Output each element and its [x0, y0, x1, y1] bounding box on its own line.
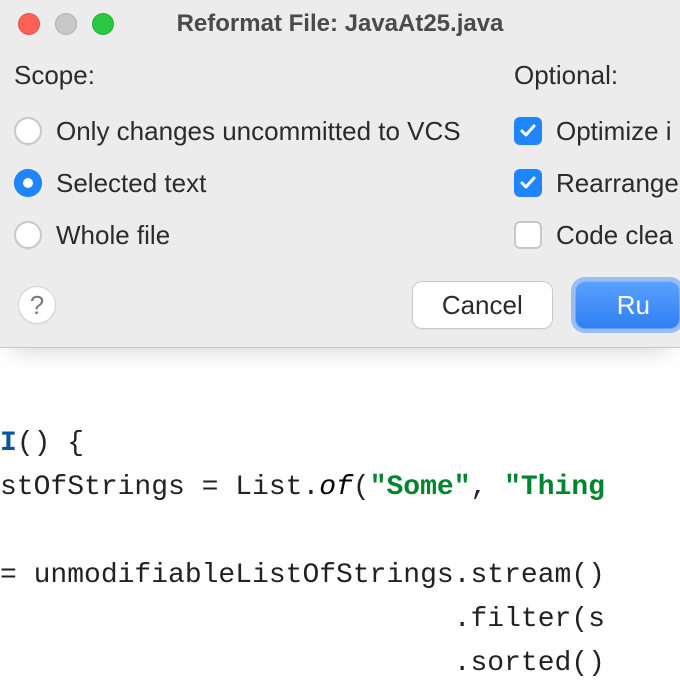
help-icon: ?: [30, 290, 44, 321]
optional-section: Optional: Optimize i Rearrange Code clea: [514, 60, 680, 261]
titlebar: Reformat File: JavaAt25.java: [0, 0, 680, 48]
code-text: () {: [17, 428, 84, 459]
code-indent: [0, 648, 454, 679]
dialog-content: Scope: Only changes uncommitted to VCS S…: [0, 48, 680, 261]
code-text: .sorted(): [454, 648, 605, 679]
code-static-call: of: [319, 472, 353, 503]
window-controls: [18, 13, 114, 35]
button-label: Ru: [617, 290, 650, 321]
minimize-window-button[interactable]: [55, 13, 77, 35]
optional-label: Optional:: [514, 60, 680, 91]
scope-option-whole-file[interactable]: Whole file: [14, 209, 514, 261]
code-text: .filter(s: [454, 604, 605, 635]
zoom-window-button[interactable]: [92, 13, 114, 35]
dialog-button-row: ? Cancel Ru: [0, 261, 680, 329]
checkbox-icon: [514, 117, 542, 145]
scope-section: Scope: Only changes uncommitted to VCS S…: [14, 60, 514, 261]
code-indent: [0, 604, 454, 635]
code-text: ,: [471, 472, 505, 503]
optional-code-cleanup[interactable]: Code clea: [514, 209, 680, 261]
option-label: Only changes uncommitted to VCS: [56, 116, 461, 147]
help-button[interactable]: ?: [18, 286, 56, 324]
code-text: = unmodifiableListOfStrings.stream(): [0, 560, 605, 591]
optional-optimize-imports[interactable]: Optimize i: [514, 105, 680, 157]
option-label: Whole file: [56, 220, 170, 251]
option-label: Optimize i: [556, 116, 672, 147]
dialog-title: Reformat File: JavaAt25.java: [177, 10, 504, 38]
button-label: Cancel: [442, 290, 523, 321]
code-string: "Some": [370, 472, 471, 503]
code-string: "Thing: [504, 472, 605, 503]
run-button[interactable]: Ru: [575, 281, 680, 329]
code-editor[interactable]: I() { stOfStrings = List.of("Some", "Thi…: [0, 348, 680, 680]
option-label: Selected text: [56, 168, 206, 199]
code-text: (: [353, 472, 370, 503]
checkbox-icon: [514, 221, 542, 249]
scope-label: Scope:: [14, 60, 514, 91]
option-label: Code clea: [556, 220, 673, 251]
radio-icon: [14, 169, 42, 197]
scope-option-uncommitted[interactable]: Only changes uncommitted to VCS: [14, 105, 514, 157]
scope-option-selected-text[interactable]: Selected text: [14, 157, 514, 209]
reformat-dialog: Reformat File: JavaAt25.java Scope: Only…: [0, 0, 680, 348]
radio-icon: [14, 221, 42, 249]
cancel-button[interactable]: Cancel: [412, 281, 553, 329]
checkbox-icon: [514, 169, 542, 197]
code-text: stOfStrings = List.: [0, 472, 319, 503]
radio-icon: [14, 117, 42, 145]
option-label: Rearrange: [556, 168, 679, 199]
text-cursor-icon: I: [0, 428, 17, 459]
optional-rearrange[interactable]: Rearrange: [514, 157, 680, 209]
close-window-button[interactable]: [18, 13, 40, 35]
